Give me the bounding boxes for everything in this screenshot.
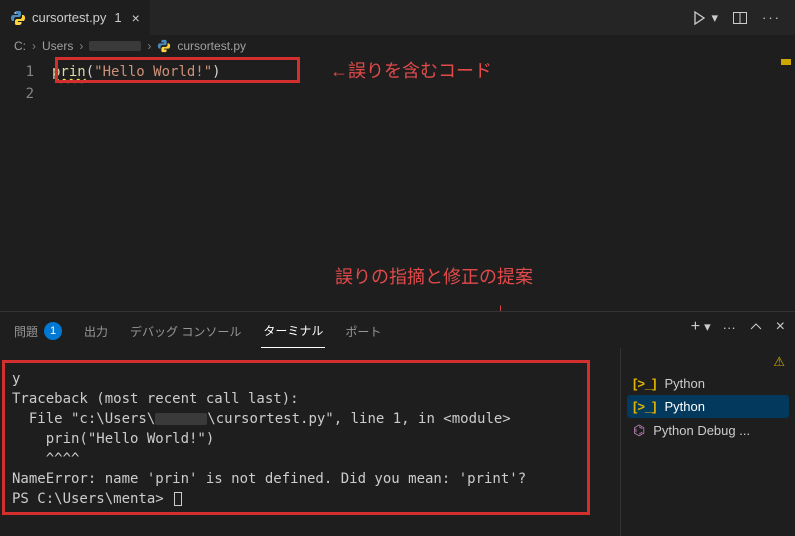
line-number: 1	[0, 61, 52, 83]
annotation-code-error-label: ←誤りを含むコード	[330, 57, 492, 83]
terminal-list-item[interactable]: ⌬ Python Debug ...	[627, 418, 789, 443]
breadcrumb-file[interactable]: cursortest.py	[177, 39, 246, 53]
warning-icon[interactable]: ⚠	[773, 354, 785, 370]
problems-count-badge: 1	[44, 322, 62, 340]
terminal-list-item[interactable]: [>_] Python	[627, 372, 789, 395]
new-terminal-button[interactable]: +	[691, 318, 700, 336]
panel-more-icon[interactable]: ···	[723, 320, 736, 335]
panel-tab-bar: 問題 1 出力 デバッグ コンソール ターミナル ポート + ▾ ··· ×	[0, 312, 795, 348]
line-number: 2	[0, 83, 52, 105]
code-editor[interactable]: 1 prin("Hello World!") 2 ←誤りを含むコード	[0, 57, 795, 105]
bottom-panel: 問題 1 出力 デバッグ コンソール ターミナル ポート + ▾ ··· × y…	[0, 311, 795, 536]
panel-tab-debug-console[interactable]: デバッグ コンソール	[128, 319, 243, 348]
terminal-list-item-selected[interactable]: [>_] Python	[627, 395, 789, 418]
annotation-terminal-suggestion-label: 誤りの指摘と修正の提案	[335, 263, 533, 289]
panel-close-button[interactable]: ×	[776, 318, 785, 336]
minimap-warning-marker[interactable]	[781, 59, 791, 65]
breadcrumb-seg[interactable]: C:	[14, 39, 26, 53]
panel-tab-terminal[interactable]: ターミナル	[261, 318, 325, 348]
breadcrumb-seg[interactable]: Users	[42, 39, 73, 53]
debug-icon: ⌬	[633, 422, 645, 439]
breadcrumb[interactable]: C: › Users › › cursortest.py	[0, 35, 795, 57]
panel-actions: + ▾ ··· ×	[691, 318, 785, 336]
run-icon[interactable]	[691, 10, 707, 26]
annotation-code-highlight-box	[55, 57, 300, 83]
chevron-right-icon: ›	[32, 39, 36, 53]
run-dropdown-icon[interactable]: ▾	[711, 10, 718, 26]
terminal-output[interactable]: y Traceback (most recent call last): Fil…	[0, 348, 620, 536]
tab-filename: cursortest.py	[32, 10, 106, 25]
panel-tab-output[interactable]: 出力	[82, 319, 110, 348]
python-terminal-icon: [>_]	[633, 399, 656, 414]
panel-maximize-icon[interactable]	[748, 319, 764, 335]
tab-close-button[interactable]: ×	[132, 10, 140, 26]
panel-tab-ports[interactable]: ポート	[343, 319, 383, 348]
python-file-icon	[157, 39, 171, 53]
new-terminal-dropdown-icon[interactable]: ▾	[704, 319, 711, 335]
panel-tab-problems[interactable]: 問題 1	[12, 318, 64, 348]
tab-dirty-indicator: 1	[114, 10, 121, 25]
more-actions-icon[interactable]: ···	[762, 10, 781, 25]
editor-tab-bar: cursortest.py 1 × ▾ ···	[0, 0, 795, 35]
chevron-right-icon: ›	[79, 39, 83, 53]
annotation-terminal-highlight-box	[2, 360, 590, 515]
breadcrumb-seg-redacted	[89, 41, 141, 51]
split-editor-icon[interactable]	[732, 10, 748, 26]
editor-actions: ▾ ···	[691, 10, 795, 26]
terminal-list-sidebar: ⚠ [>_] Python [>_] Python ⌬ Python Debug…	[620, 348, 795, 536]
editor-tab-active[interactable]: cursortest.py 1 ×	[0, 0, 151, 35]
python-file-icon	[10, 10, 26, 26]
chevron-right-icon: ›	[147, 39, 151, 53]
python-terminal-icon: [>_]	[633, 376, 656, 391]
